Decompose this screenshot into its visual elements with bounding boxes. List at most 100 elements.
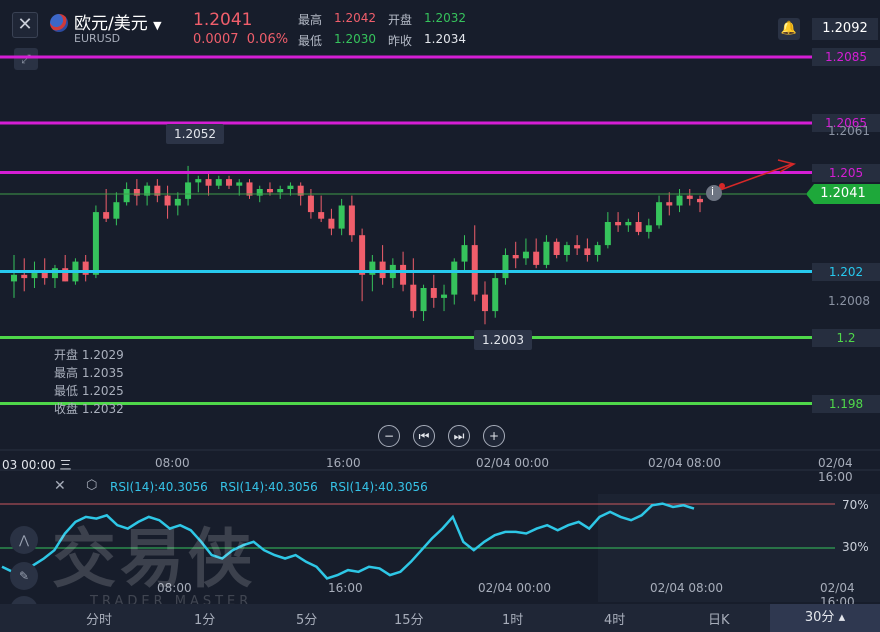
ohlc-high: 最高 1.2035 xyxy=(54,366,124,380)
ohlc-close: 收盘 1.2032 xyxy=(54,402,124,416)
rsi-level-30-label: 30% xyxy=(842,540,869,554)
current-price-tag: 1.2041 xyxy=(806,184,880,204)
candle-body xyxy=(21,274,28,279)
candle-body xyxy=(604,222,611,246)
candle-body xyxy=(574,245,581,249)
time-label-0204-0800: 02/04 08:00 xyxy=(648,456,721,470)
rsi-label-2: RSI(14):40.3056 xyxy=(220,480,318,494)
period-4h[interactable]: 4时 xyxy=(604,609,625,628)
period-daily[interactable]: 日K xyxy=(708,609,730,628)
area-chart-icon: ⋀ xyxy=(19,533,29,547)
time-label-0204-0000: 02/04 00:00 xyxy=(476,456,549,470)
candle-body xyxy=(174,198,181,206)
candle-body xyxy=(133,189,140,196)
rsi-time-0204-0000: 02/04 00:00 xyxy=(478,581,551,595)
candle-body xyxy=(563,245,570,255)
candle-body xyxy=(430,288,437,298)
rsi-label-3: RSI(14):40.3056 xyxy=(330,480,428,494)
draw-tool[interactable]: ✎ xyxy=(10,562,38,590)
candle-body xyxy=(287,185,294,189)
candle-body xyxy=(676,195,683,206)
rsi-time-0204-0800: 02/04 08:00 xyxy=(650,581,723,595)
period-bar xyxy=(0,604,880,632)
candle-body xyxy=(51,268,58,279)
price-line-tag: 1.2 xyxy=(812,328,880,347)
candle-body xyxy=(594,245,601,255)
chart-type-tool[interactable]: ⋀ xyxy=(10,526,38,554)
candle-body xyxy=(338,205,345,229)
candle-body xyxy=(266,189,273,193)
candle-body xyxy=(236,182,243,186)
candle-body xyxy=(359,235,366,275)
time-label-0204-1600: 02/04 16:00 xyxy=(818,456,853,484)
price-line-tag: 1.205 xyxy=(812,163,880,182)
candle-body xyxy=(113,202,120,219)
time-label-0800: 08:00 xyxy=(155,456,190,470)
price-line-tag: 1.202 xyxy=(812,262,880,281)
candle-body xyxy=(307,195,314,213)
candle-body xyxy=(400,264,407,285)
candle-body xyxy=(256,189,263,196)
candle-body xyxy=(215,179,222,186)
candle-body xyxy=(379,261,386,279)
period-tick[interactable]: 分时 xyxy=(86,609,112,628)
candle-body xyxy=(205,179,212,186)
candle-body xyxy=(553,241,560,255)
rsi-close-icon[interactable]: ✕ xyxy=(54,478,66,494)
candle-body xyxy=(502,255,509,279)
candle-body xyxy=(512,255,519,259)
time-axis-start: 03 00:00 三 xyxy=(2,458,72,472)
candle-body xyxy=(195,179,202,183)
candle-body xyxy=(471,245,478,295)
zoom-out-button[interactable]: − xyxy=(378,425,400,447)
watermark-logo: 交易侠 xyxy=(52,523,256,597)
time-label-1600: 16:00 xyxy=(326,456,361,470)
candle-body xyxy=(697,198,703,203)
rsi-level-70-label: 70% xyxy=(842,498,869,512)
candle-body xyxy=(656,202,663,226)
axis-price-2: 1.2008 xyxy=(828,294,870,308)
candle-body xyxy=(686,195,693,199)
rsi-settings-icon[interactable]: ⬡ xyxy=(86,478,97,493)
candle-body xyxy=(666,202,673,206)
period-1m[interactable]: 1分 xyxy=(194,609,215,628)
candle-body xyxy=(410,284,417,312)
low-callout: 1.2003 xyxy=(474,330,532,350)
candle-body xyxy=(461,245,468,262)
rsi-label-1: RSI(14):40.3056 xyxy=(110,480,208,494)
candle-body xyxy=(584,248,591,255)
period-15m[interactable]: 15分 xyxy=(394,609,424,628)
candle-body xyxy=(645,225,652,232)
high-callout: 1.2052 xyxy=(166,124,224,144)
candle-body xyxy=(164,195,171,206)
scroll-start-button[interactable]: ⏮ xyxy=(413,425,435,447)
candle-body xyxy=(441,294,448,298)
candle-body xyxy=(635,222,642,232)
price-line-tag: 1.2085 xyxy=(812,48,880,66)
trend-arrow-line xyxy=(719,163,793,191)
candle-body xyxy=(123,189,130,203)
candle-body xyxy=(92,212,99,275)
pencil-icon: ✎ xyxy=(18,569,30,583)
candle-body xyxy=(11,274,17,282)
period-1h[interactable]: 1时 xyxy=(502,609,523,628)
candle-body xyxy=(533,251,540,265)
candle-body xyxy=(348,205,355,236)
ohlc-low: 最低 1.2025 xyxy=(54,384,124,398)
candle-body xyxy=(226,179,233,186)
scroll-end-button[interactable]: ⏭ xyxy=(448,425,470,447)
zoom-in-button[interactable]: + xyxy=(483,425,505,447)
candles-layer xyxy=(11,165,703,325)
info-icon[interactable]: i xyxy=(711,185,714,198)
period-5m[interactable]: 5分 xyxy=(296,609,317,628)
axis-price-1: 1.2061 xyxy=(828,124,870,138)
ohlc-open: 开盘 1.2029 xyxy=(54,348,124,362)
candle-body xyxy=(543,241,550,265)
candle-body xyxy=(522,251,529,259)
candle-body xyxy=(103,212,110,219)
candle-body xyxy=(420,288,427,312)
candle-body xyxy=(481,294,488,312)
candle-body xyxy=(451,261,458,295)
candle-body xyxy=(615,222,622,226)
period-30m-selector[interactable]: 30分 ▴ xyxy=(770,604,880,632)
